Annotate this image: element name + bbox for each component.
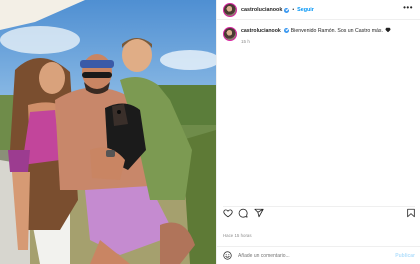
- follow-button[interactable]: Seguir: [297, 7, 314, 13]
- avatar[interactable]: [223, 2, 237, 17]
- comment-bar: Publicar: [217, 246, 420, 264]
- separator-dot: •: [292, 6, 295, 13]
- more-options-icon[interactable]: •••: [403, 4, 413, 12]
- family-photo: [0, 0, 216, 264]
- caption-timestamp[interactable]: 15 h: [241, 38, 390, 45]
- instagram-post: castrolucianook • Seguir ••• castrolucia…: [0, 0, 420, 264]
- post-timestamp[interactable]: Hace 15 horas: [223, 233, 252, 238]
- post-header: castrolucianook • Seguir •••: [217, 0, 420, 20]
- bookmark-icon[interactable]: [406, 208, 416, 218]
- username[interactable]: castrolucianook: [241, 7, 282, 13]
- verified-icon: [284, 27, 290, 33]
- verified-icon: [284, 7, 290, 13]
- caption: castrolucianook Bienvenido Ramón. Sos un…: [223, 27, 415, 45]
- comment-input[interactable]: [238, 252, 396, 259]
- caption-body: castrolucianook Bienvenido Ramón. Sos un…: [241, 27, 390, 45]
- share-icon[interactable]: [254, 208, 264, 218]
- post-photo[interactable]: [0, 0, 216, 264]
- publish-button[interactable]: Publicar: [395, 253, 415, 259]
- emoji-icon[interactable]: [223, 251, 232, 260]
- caption-text: Bienvenido Ramón. Sos un Castro más.: [290, 28, 383, 34]
- avatar[interactable]: [223, 27, 237, 41]
- comment-icon[interactable]: [238, 208, 248, 218]
- post-sidebar: castrolucianook • Seguir ••• castrolucia…: [216, 0, 420, 264]
- action-bar: [223, 206, 415, 218]
- caption-username[interactable]: castrolucianook: [241, 28, 281, 34]
- heart-icon[interactable]: [223, 208, 233, 218]
- black-heart-emoji-icon: [385, 28, 390, 33]
